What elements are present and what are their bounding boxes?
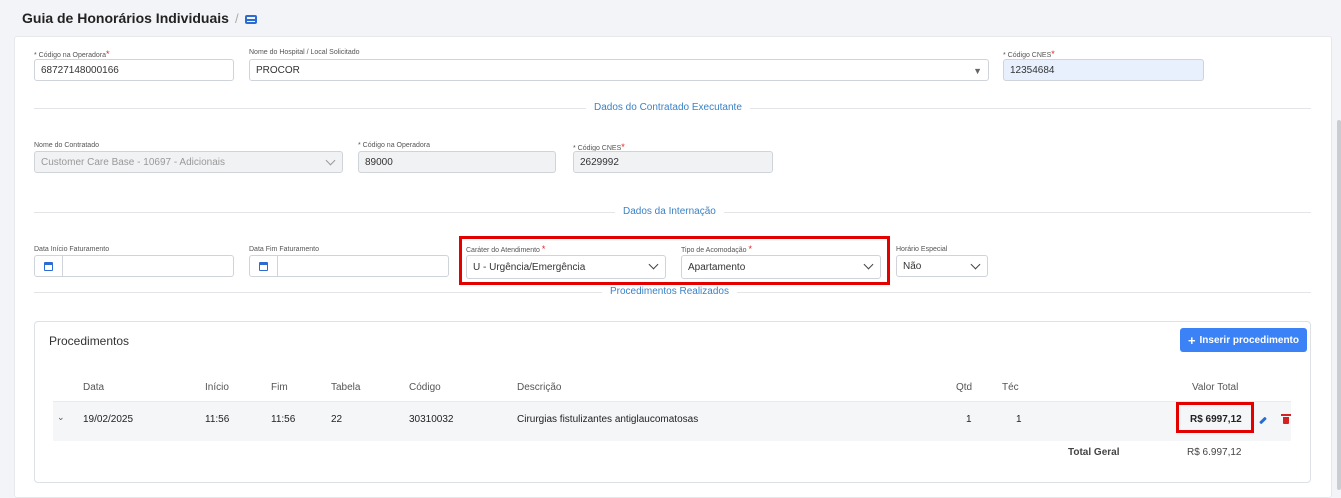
codigo-operadora-input[interactable]: 68727148000166 (34, 59, 234, 81)
cell-codigo: 30310032 (409, 414, 454, 425)
page-title: Guia de Honorários Individuais (22, 10, 229, 26)
carater-label: Caráter do Atendimento * (466, 244, 546, 254)
calendar-icon[interactable] (35, 256, 63, 276)
nome-contratado-label: Nome do Contratado (34, 142, 99, 149)
codigo-operadora-label: * Código na Operadora* (34, 49, 110, 59)
section-title-procedimentos: Procedimentos Realizados (602, 286, 737, 297)
data-fim-label: Data Fim Faturamento (249, 246, 320, 253)
cell-tabela: 22 (331, 414, 343, 425)
procedimentos-title: Procedimentos (49, 334, 130, 348)
total-geral-label: Total Geral (1068, 447, 1120, 458)
horario-select[interactable]: Não (896, 255, 988, 277)
plus-icon: + (1187, 332, 1196, 348)
credit-card-icon[interactable] (244, 14, 257, 24)
column-header: Código (409, 382, 441, 393)
total-geral-value: R$ 6.997,12 (1187, 447, 1242, 458)
chevron-down-icon (970, 259, 981, 270)
data-inicio-input[interactable] (34, 255, 234, 277)
cell-qtd: 1 (966, 414, 972, 425)
column-header: Valor Total (1192, 382, 1239, 393)
column-header: Descrição (517, 382, 562, 393)
cnes-contratado-input[interactable]: 2629992 (573, 151, 773, 173)
chevron-down-icon (648, 259, 659, 270)
column-header: Início (205, 382, 229, 393)
breadcrumb-separator: / (234, 10, 239, 26)
column-header: Tabela (331, 382, 361, 393)
cell-inicio: 11:56 (205, 414, 230, 425)
hospital-label: Nome do Hospital / Local Solicitado (249, 49, 360, 56)
carater-select[interactable]: U - Urgência/Emergência (466, 255, 666, 279)
cell-data: 19/02/2025 (83, 414, 134, 425)
trash-icon[interactable] (1281, 414, 1291, 424)
data-fim-input[interactable] (249, 255, 449, 277)
chevron-down-icon (325, 155, 336, 166)
column-header: Fim (271, 382, 288, 393)
chevron-down-icon[interactable]: ⌄ (57, 412, 65, 423)
page-header: Guia de Honorários Individuais / (0, 0, 1341, 36)
form-container: * Código na Operadora* 68727148000166 No… (14, 36, 1332, 498)
cell-valor-total: R$ 6997,12 (1190, 414, 1242, 425)
acomodacao-label: Tipo de Acomodação * (681, 244, 752, 254)
codigo-contratado-label: * Código na Operadora (358, 142, 430, 149)
calendar-icon[interactable] (250, 256, 278, 276)
cell-fim: 11:56 (271, 414, 296, 425)
column-header: Qtd (956, 382, 973, 393)
scrollbar[interactable] (1337, 120, 1341, 490)
hospital-select[interactable]: PROCOR ▼ (249, 59, 989, 81)
section-title-contratado: Dados do Contratado Executante (586, 102, 750, 113)
procedimentos-panel: Procedimentos + Inserir procedimento Data… (34, 321, 1311, 483)
chevron-down-icon (863, 259, 874, 270)
cell-tec: 1 (1016, 414, 1022, 425)
cnes-input[interactable]: 12354684 (1003, 59, 1204, 81)
horario-label: Horário Especial (896, 246, 948, 253)
acomodacao-select[interactable]: Apartamento (681, 255, 881, 279)
nome-contratado-select[interactable]: Customer Care Base - 10697 - Adicionais (34, 151, 343, 173)
cnes-label: * Código CNES* (1003, 49, 1055, 59)
caret-down-icon: ▼ (973, 66, 982, 76)
codigo-contratado-input[interactable]: 89000 (358, 151, 556, 173)
inserir-procedimento-button[interactable]: + Inserir procedimento (1179, 328, 1307, 352)
column-header: Téc (1002, 382, 1019, 393)
data-inicio-label: Data Início Faturamento (34, 246, 110, 253)
section-title-internacao: Dados da Internação (615, 206, 724, 217)
column-header: Data (83, 382, 105, 393)
cell-descricao: Cirurgias fistulizantes antiglaucomatosa… (517, 414, 699, 425)
